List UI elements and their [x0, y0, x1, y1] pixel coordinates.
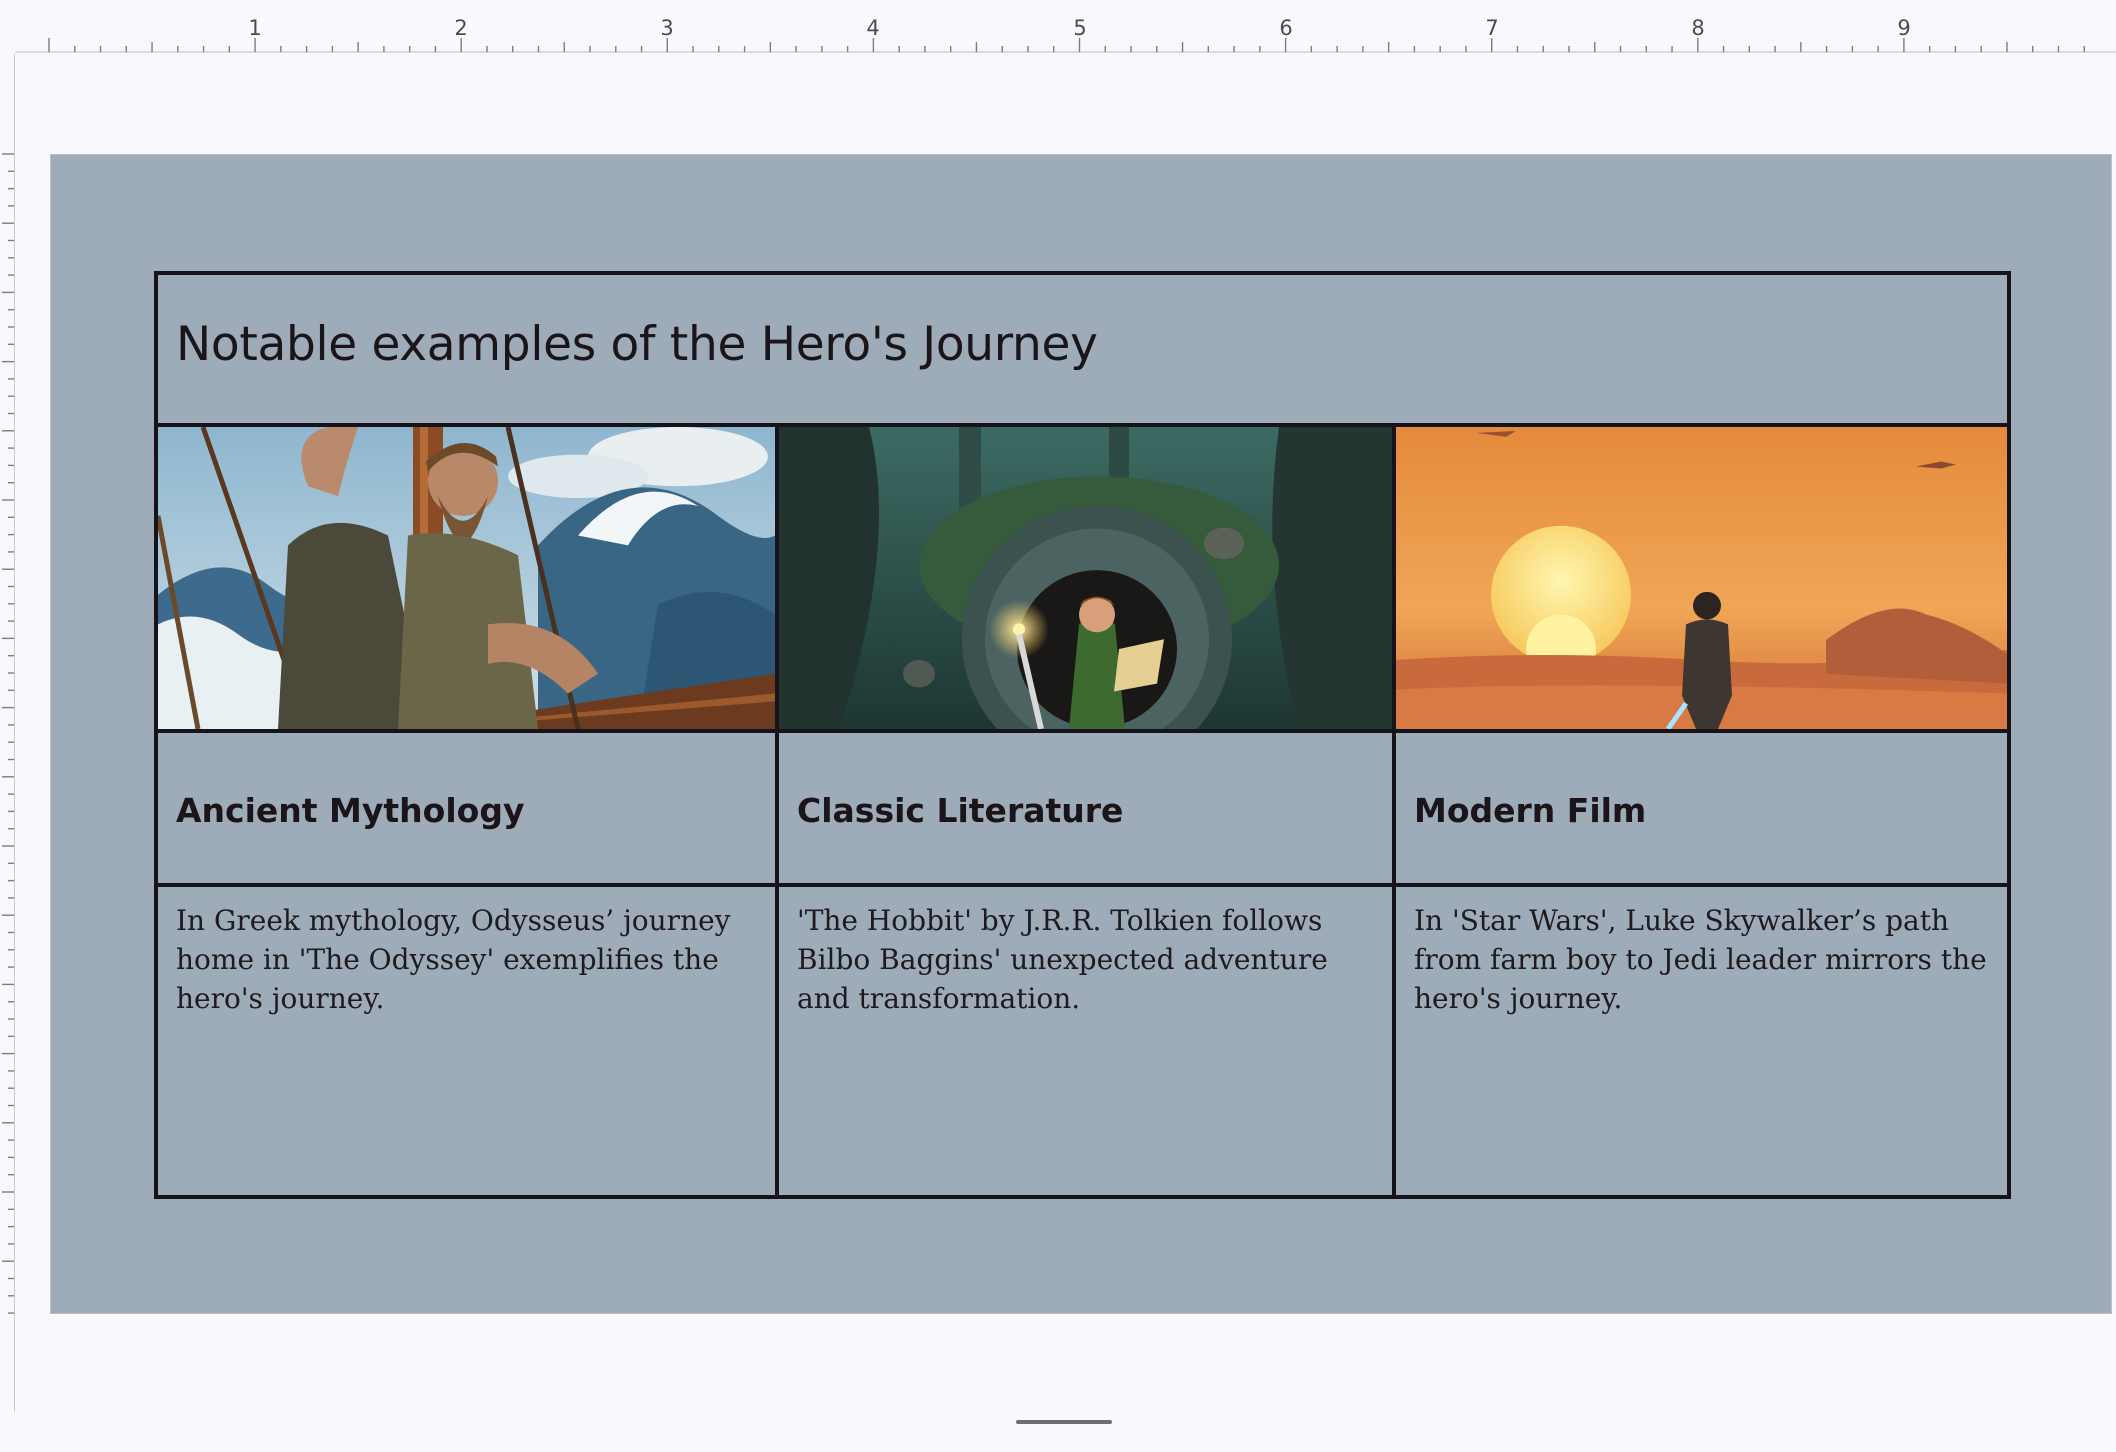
ruler-number: 2	[454, 16, 468, 40]
column-body-text: In 'Star Wars', Luke Skywalker’s path fr…	[1414, 904, 1987, 1015]
ruler-number: 1	[248, 16, 262, 40]
image-cell[interactable]	[158, 427, 775, 733]
column-body-text: In Greek mythology, Odysseus’ journey ho…	[176, 904, 731, 1015]
hobbit-door-image	[779, 427, 1392, 729]
ruler-number: 6	[1279, 16, 1293, 40]
heading-cell[interactable]: Classic Literature	[779, 733, 1392, 887]
column-heading: Classic Literature	[797, 791, 1124, 830]
ruler-number: 7	[1485, 16, 1499, 40]
column-modern-film: Modern Film In 'Star Wars', Luke Skywalk…	[1396, 427, 2007, 1199]
ruler-number: 4	[866, 16, 880, 40]
ruler-number: 5	[1073, 16, 1087, 40]
horizontal-ruler: 1 2 3 4 5 6 7 8 9	[15, 0, 2116, 54]
column-classic-literature: Classic Literature 'The Hobbit' by J.R.R…	[779, 427, 1392, 1199]
column-body-text: 'The Hobbit' by J.R.R. Tolkien follows B…	[797, 904, 1328, 1015]
column-ancient-mythology: Ancient Mythology In Greek mythology, Od…	[158, 427, 775, 1199]
heading-cell[interactable]: Modern Film	[1396, 733, 2007, 887]
content-table[interactable]: Notable examples of the Hero's Journey A…	[154, 271, 2011, 1199]
slide-canvas[interactable]: Notable examples of the Hero's Journey A…	[50, 154, 2112, 1314]
scroll-handle[interactable]	[1016, 1420, 1112, 1424]
heading-cell[interactable]: Ancient Mythology	[158, 733, 775, 887]
column-heading: Modern Film	[1414, 791, 1647, 830]
ruler-number: 3	[660, 16, 674, 40]
slide-title: Notable examples of the Hero's Journey	[176, 317, 1098, 372]
image-cell[interactable]	[1396, 427, 2007, 733]
body-cell[interactable]: 'The Hobbit' by J.R.R. Tolkien follows B…	[779, 887, 1392, 1199]
vertical-ruler	[2, 153, 14, 1314]
title-cell[interactable]: Notable examples of the Hero's Journey	[158, 275, 2007, 427]
body-cell[interactable]: In 'Star Wars', Luke Skywalker’s path fr…	[1396, 887, 2007, 1199]
ruler-number: 9	[1897, 16, 1911, 40]
ruler-number: 8	[1691, 16, 1705, 40]
odysseus-ship-image	[158, 427, 775, 729]
image-cell[interactable]	[779, 427, 1392, 733]
body-cell[interactable]: In Greek mythology, Odysseus’ journey ho…	[158, 887, 775, 1199]
column-heading: Ancient Mythology	[176, 791, 525, 830]
twin-suns-image	[1396, 427, 2007, 729]
